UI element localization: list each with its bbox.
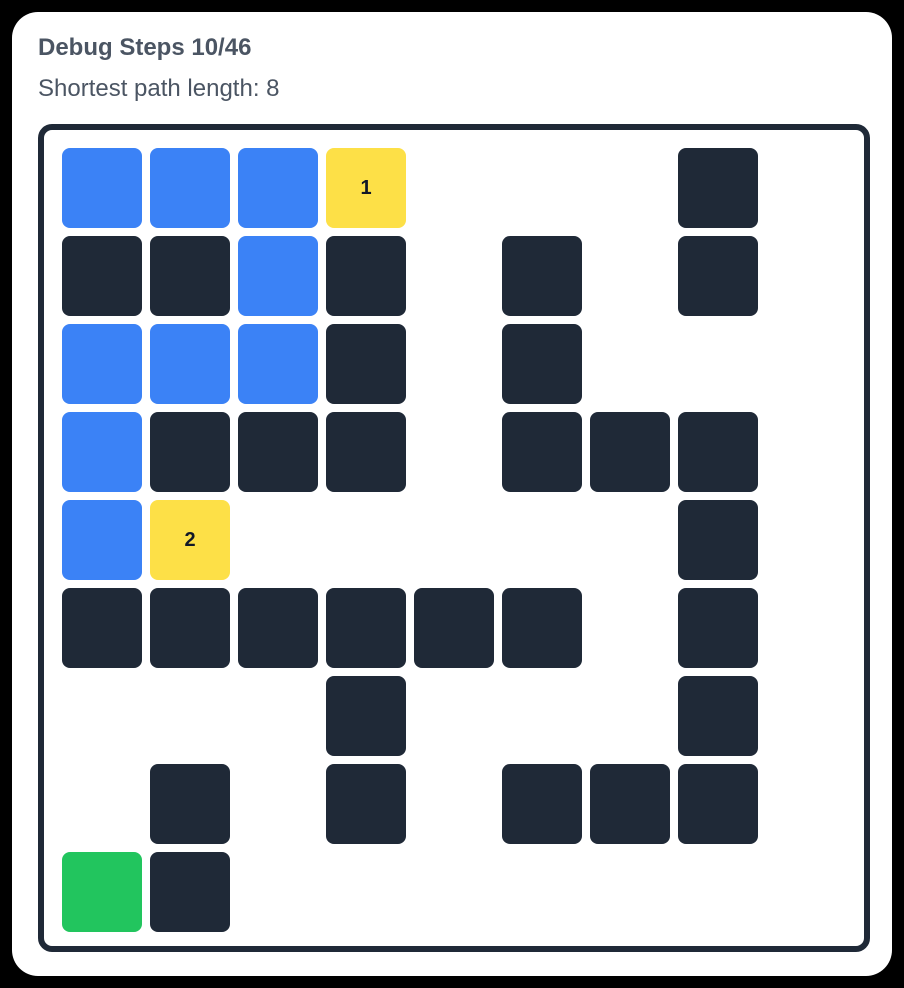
wall-cell — [62, 236, 142, 316]
waypoint-cell-2: 2 — [150, 500, 230, 580]
wall-cell — [238, 588, 318, 668]
wall-cell — [414, 588, 494, 668]
wall-cell — [326, 412, 406, 492]
wall-cell — [326, 324, 406, 404]
visited-cell — [238, 236, 318, 316]
wall-cell — [326, 236, 406, 316]
visited-cell — [62, 500, 142, 580]
wall-cell — [326, 676, 406, 756]
maze-grid: 12 — [38, 124, 870, 952]
wall-cell — [326, 588, 406, 668]
wall-cell — [678, 500, 758, 580]
wall-cell — [502, 764, 582, 844]
wall-cell — [238, 412, 318, 492]
waypoint-label: 1 — [360, 176, 372, 199]
visited-cell — [150, 148, 230, 228]
wall-cell — [590, 412, 670, 492]
visited-cell — [62, 412, 142, 492]
shortest-path-length: Shortest path length: 8 — [38, 75, 280, 102]
wall-cell — [502, 324, 582, 404]
wall-cell — [678, 236, 758, 316]
wall-cell — [326, 764, 406, 844]
goal-cell — [62, 852, 142, 932]
wall-cell — [150, 852, 230, 932]
wall-cell — [678, 588, 758, 668]
visited-cell — [62, 148, 142, 228]
waypoint-label: 2 — [184, 528, 196, 551]
visited-cell — [238, 148, 318, 228]
wall-cell — [150, 588, 230, 668]
wall-cell — [678, 764, 758, 844]
wall-cell — [502, 412, 582, 492]
wall-cell — [678, 676, 758, 756]
wall-cell — [62, 588, 142, 668]
debug-steps-title: Debug Steps 10/46 — [38, 34, 252, 61]
wall-cell — [502, 236, 582, 316]
visited-cell — [238, 324, 318, 404]
visited-cell — [62, 324, 142, 404]
wall-cell — [590, 764, 670, 844]
wall-cell — [678, 412, 758, 492]
wall-cell — [678, 148, 758, 228]
waypoint-cell-1: 1 — [326, 148, 406, 228]
wall-cell — [150, 412, 230, 492]
wall-cell — [502, 588, 582, 668]
wall-cell — [150, 236, 230, 316]
debug-card: Debug Steps 10/46 Shortest path length: … — [12, 12, 892, 976]
visited-cell — [150, 324, 230, 404]
wall-cell — [150, 764, 230, 844]
